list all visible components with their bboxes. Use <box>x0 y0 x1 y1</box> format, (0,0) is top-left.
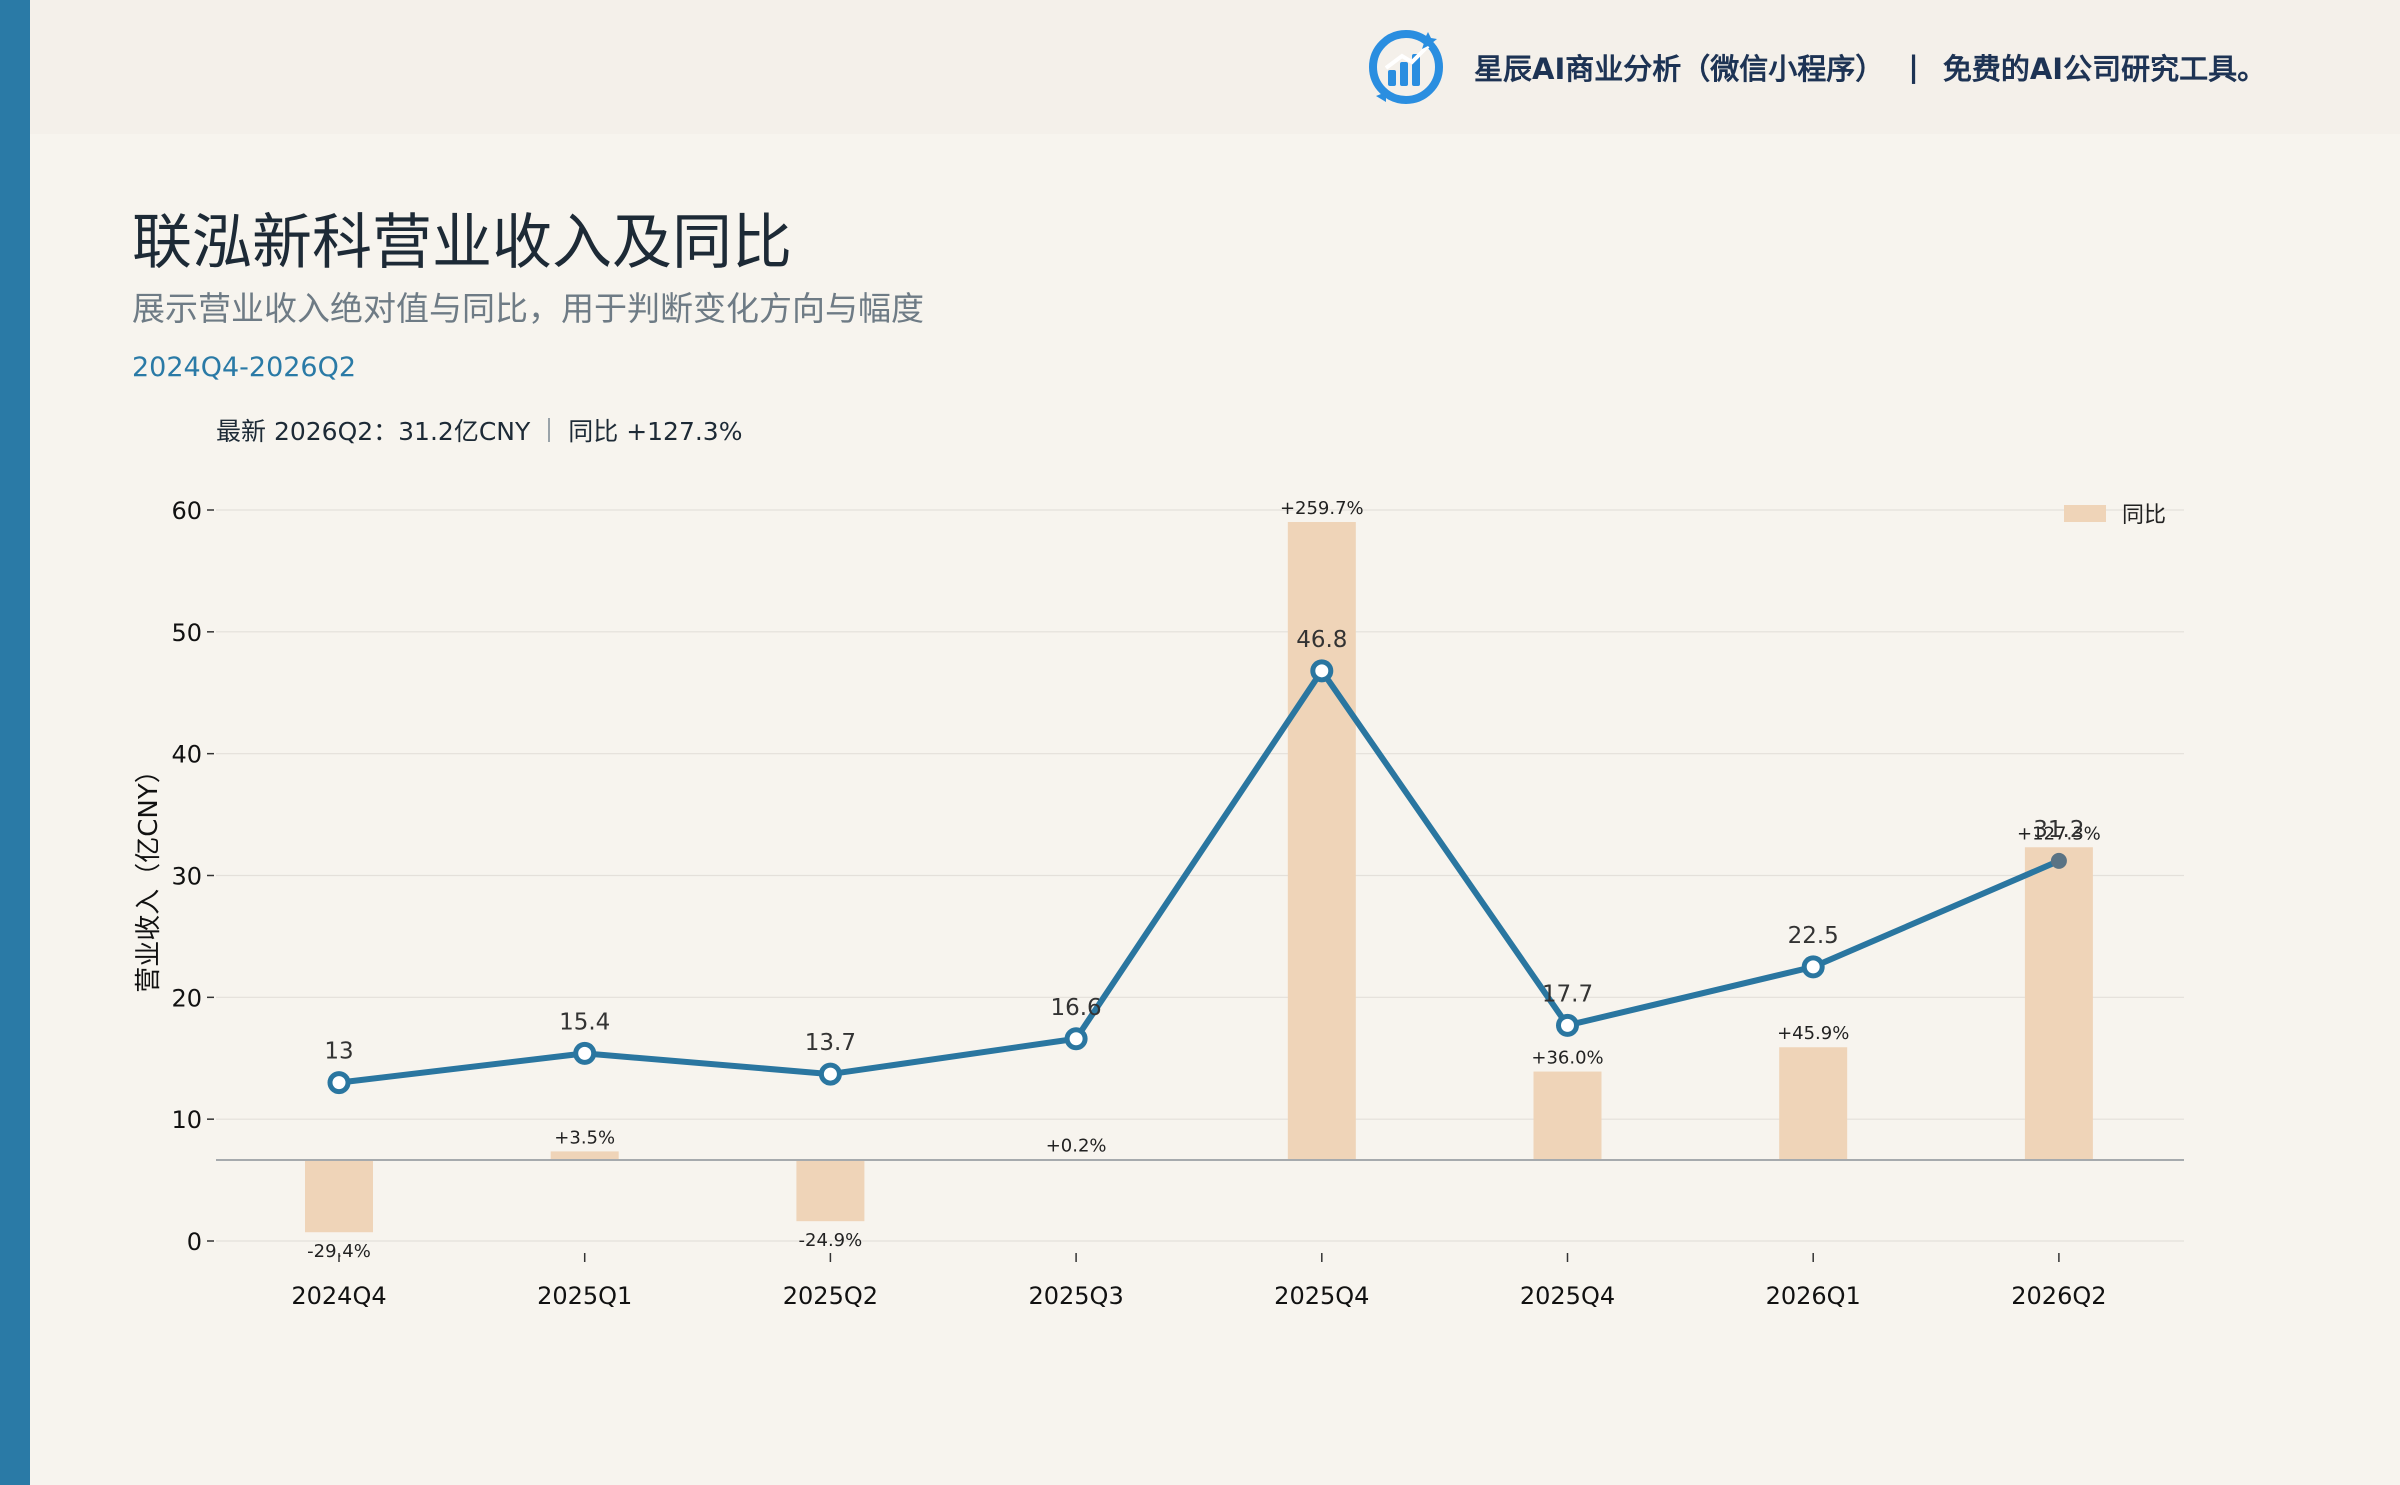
yoy-bar-label: +45.9% <box>1777 1023 1849 1044</box>
revenue-point-label: 13 <box>324 1039 353 1065</box>
y-tick-label: 0 <box>187 1228 202 1256</box>
yoy-bar <box>1533 1071 1602 1160</box>
revenue-point-label: 16.6 <box>1050 995 1101 1021</box>
yoy-bar <box>305 1160 373 1233</box>
y-axis-label: 营业收入（亿CNY） <box>134 757 164 993</box>
yoy-bar-label: +36.0% <box>1531 1048 1603 1069</box>
yoy-bar-label: +3.5% <box>554 1127 615 1148</box>
legend-swatch <box>2064 505 2106 522</box>
legend-label: 同比 <box>2122 503 2166 528</box>
yoy-bar-label: +0.2% <box>1046 1136 1107 1157</box>
revenue-point <box>1310 659 1334 683</box>
revenue-point-label: 46.8 <box>1296 627 1347 653</box>
x-tick-label: 2024Q4 <box>291 1282 386 1310</box>
yoy-bar <box>550 1151 619 1160</box>
yoy-bar-label: -24.9% <box>799 1230 863 1251</box>
x-tick-label: 2026Q1 <box>1766 1282 1861 1310</box>
y-tick-label: 10 <box>171 1106 202 1134</box>
y-tick-label: 40 <box>171 741 202 769</box>
yoy-bar <box>2024 847 2093 1160</box>
y-tick-label: 60 <box>171 497 202 525</box>
revenue-point <box>1801 955 1825 979</box>
revenue-yoy-chart: 0102030405060营业收入（亿CNY）-29.4%+3.5%-24.9%… <box>134 497 2184 1310</box>
y-tick-label: 50 <box>171 619 202 647</box>
revenue-point-label: 17.7 <box>1542 981 1593 1007</box>
x-tick-label: 2025Q4 <box>1520 1282 1615 1310</box>
revenue-point <box>818 1062 842 1086</box>
x-tick-label: 2026Q2 <box>2011 1282 2106 1310</box>
y-tick-label: 30 <box>171 863 202 891</box>
y-tick-label: 20 <box>171 984 202 1012</box>
yoy-bar <box>1287 522 1356 1160</box>
yoy-bar <box>1779 1047 1848 1160</box>
x-tick-label: 2025Q4 <box>1274 1282 1369 1310</box>
revenue-point-latest <box>2050 852 2067 869</box>
revenue-point-label: 31.2 <box>2033 817 2084 843</box>
revenue-point <box>1064 1027 1088 1051</box>
revenue-point-label: 15.4 <box>559 1009 610 1035</box>
revenue-point <box>327 1071 351 1095</box>
revenue-point <box>573 1041 597 1065</box>
yoy-bar <box>796 1160 865 1222</box>
revenue-point-label: 22.5 <box>1788 923 1839 949</box>
x-tick-label: 2025Q1 <box>537 1282 632 1310</box>
revenue-point-label: 13.7 <box>805 1030 856 1056</box>
x-tick-label: 2025Q3 <box>1028 1282 1123 1310</box>
revenue-point <box>1556 1013 1579 1037</box>
yoy-bar-label: +259.7% <box>1280 498 1364 519</box>
x-tick-label: 2025Q2 <box>783 1282 878 1310</box>
